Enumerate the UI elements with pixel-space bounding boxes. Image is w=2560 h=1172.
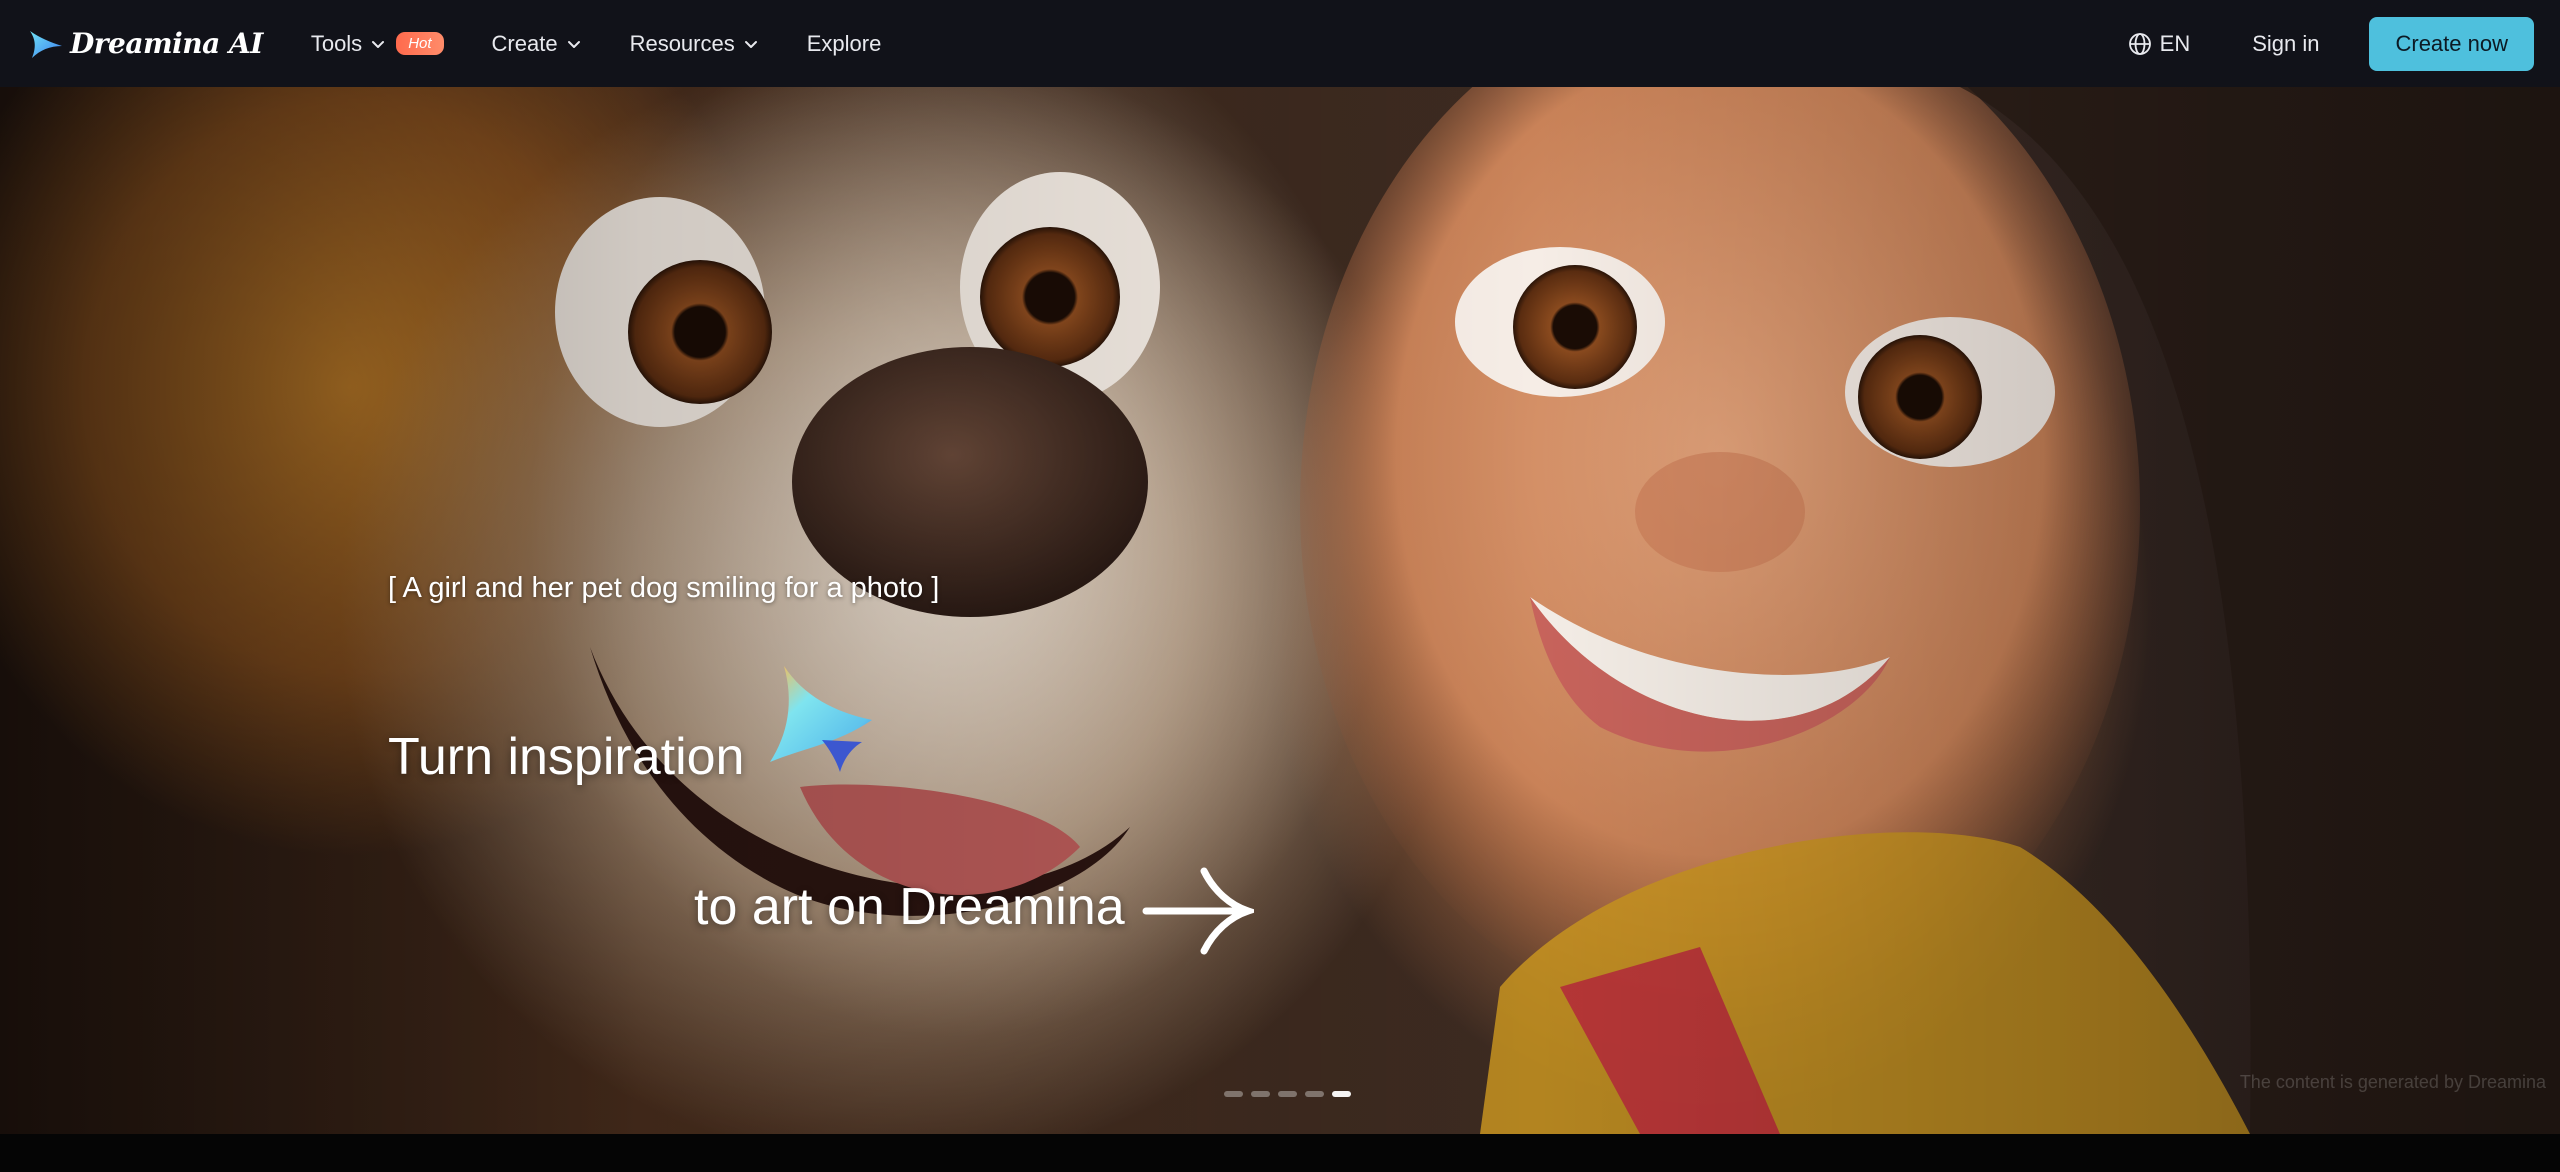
sign-in-link[interactable]: Sign in	[2252, 31, 2319, 57]
headline-line-1: Turn inspiration	[388, 728, 745, 786]
nav-item-create[interactable]: Create	[492, 31, 582, 57]
prompt-caption: [ A girl and her pet dog smiling for a p…	[388, 572, 940, 604]
ai-credit-text: The content is generated by Dreamina	[2239, 1072, 2546, 1092]
chevron-down-icon	[567, 40, 580, 48]
globe-icon	[2128, 32, 2151, 55]
chevron-down-icon	[372, 40, 385, 48]
carousel-dot[interactable]	[1251, 1091, 1270, 1097]
logo-text: Dreamina AI	[70, 27, 263, 60]
spark-star-icon	[770, 666, 872, 772]
nav-item-resources-label: Resources	[629, 30, 735, 56]
top-navbar: Dreamina AI Tools Hot Create Resources E…	[0, 0, 2560, 87]
nav-right: EN Sign in Create now	[2128, 16, 2534, 71]
nav-item-tools-label: Tools	[310, 30, 363, 56]
chevron-down-icon	[744, 40, 757, 48]
headline-line-2: to art on Dreamina	[694, 878, 1125, 936]
carousel-dot[interactable]	[1224, 1091, 1243, 1097]
language-label: EN	[2159, 30, 2191, 56]
nav-item-tools[interactable]: Tools Hot	[311, 31, 444, 57]
carousel-indicators	[1224, 1091, 1351, 1097]
language-selector[interactable]: EN	[2128, 30, 2191, 57]
hot-badge: Hot	[396, 32, 444, 55]
nav-item-create-label: Create	[491, 30, 558, 56]
carousel-dot-active[interactable]	[1332, 1091, 1351, 1097]
nav-item-resources[interactable]: Resources	[630, 31, 759, 57]
carousel-dot[interactable]	[1278, 1091, 1297, 1097]
create-now-button[interactable]: Create now	[2369, 16, 2534, 71]
nav-item-explore-label: Explore	[806, 30, 882, 56]
hero-banner[interactable]: [ A girl and her pet dog smiling for a p…	[0, 87, 2560, 1134]
hero-image	[0, 87, 2560, 1134]
dreamina-logo-icon	[30, 30, 62, 58]
nav-item-explore[interactable]: Explore	[807, 31, 882, 57]
carousel-dot[interactable]	[1305, 1091, 1324, 1097]
bottom-strip	[0, 1134, 2560, 1172]
logo[interactable]: Dreamina AI	[26, 27, 263, 60]
arrow-right-icon[interactable]	[1142, 865, 1254, 957]
